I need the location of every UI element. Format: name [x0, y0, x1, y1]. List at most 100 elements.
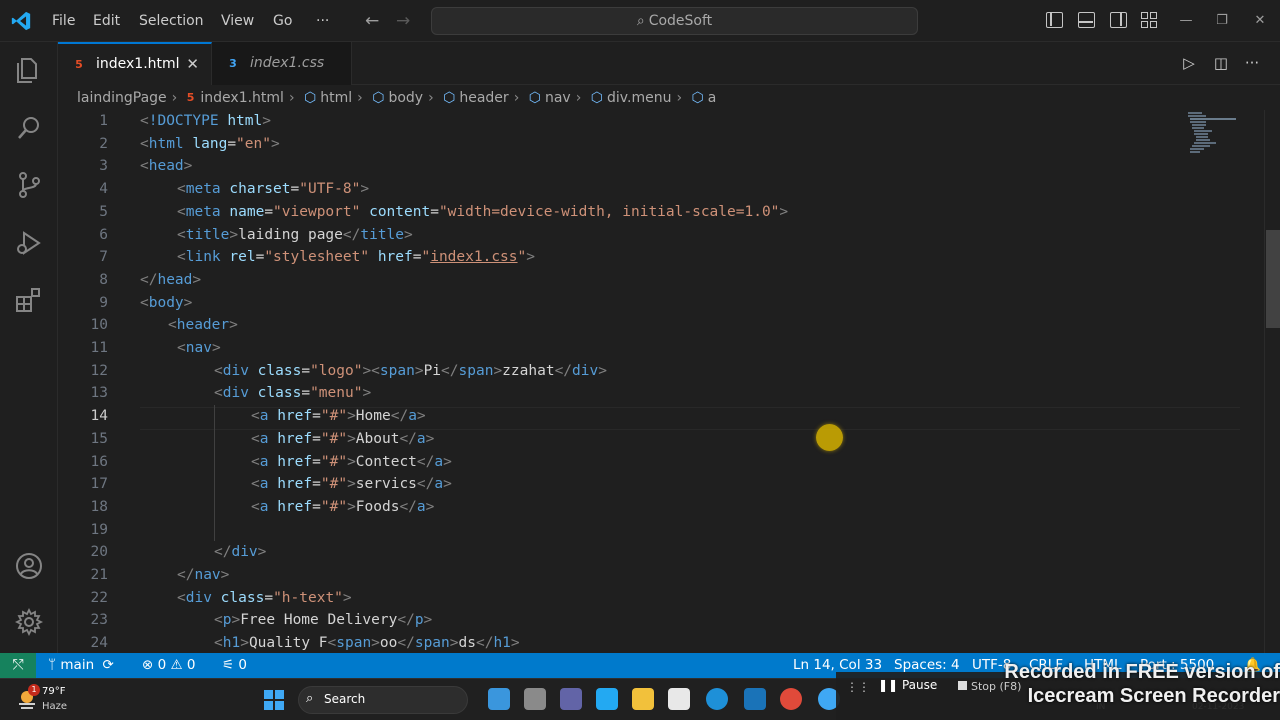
line-number: 1 [99, 113, 108, 129]
warning-icon: ⚠ [170, 657, 183, 673]
forward-arrow-icon[interactable]: → [396, 0, 410, 42]
line-number: 22 [90, 589, 108, 606]
code-line-8: </head> [140, 271, 202, 288]
code-line-13: <div class="menu"> [214, 385, 372, 402]
line-number: 11 [90, 340, 108, 356]
copilot-icon[interactable] [488, 688, 510, 710]
pause-icon: ❚❚ [878, 678, 902, 692]
breadcrumb-body[interactable]: body [388, 90, 423, 106]
close-window-icon[interactable]: ✕ [1240, 0, 1280, 42]
code-line-2: <html lang="en"> [140, 135, 280, 152]
breadcrumb-folder[interactable]: laindingPage [77, 90, 167, 106]
stop-icon [958, 681, 967, 690]
code-line-17: <a href="#">servics</a> [251, 476, 452, 493]
file-explorer-icon[interactable] [632, 688, 654, 710]
breadcrumb-a[interactable]: a [708, 90, 717, 106]
breadcrumb-div-menu[interactable]: div.menu [607, 90, 671, 106]
weather-temperature[interactable]: 79°F [42, 686, 65, 697]
code-line-24: <h1>Quality F<span>oo</span>ds</h1> [214, 635, 520, 652]
branch-name: main [60, 657, 95, 673]
remote-indicator-icon[interactable]: ⤲ [0, 653, 36, 678]
breadcrumb-nav[interactable]: nav [545, 90, 571, 106]
menu-view[interactable]: View [212, 0, 263, 42]
tab-index1-html[interactable]: 5 index1.html ✕ [58, 42, 212, 85]
toggle-secondary-sidebar-icon[interactable] [1110, 12, 1127, 28]
menu-edit[interactable]: Edit [84, 0, 129, 42]
sync-icon[interactable]: ⟳ [102, 657, 113, 673]
split-editor-icon[interactable]: ◫ [1208, 50, 1234, 76]
line-number: 17 [90, 476, 108, 493]
activity-bar [0, 42, 58, 653]
code-line-6: <title>laiding page</title> [177, 226, 413, 243]
app-icon[interactable] [744, 688, 766, 710]
branch-indicator[interactable]: ᛘ main ⟳ [48, 653, 114, 678]
extensions-icon[interactable] [13, 285, 45, 317]
scrollbar-thumb[interactable] [1266, 230, 1280, 328]
breadcrumb-file[interactable]: index1.html [200, 90, 284, 106]
code-line-18: <a href="#">Foods</a> [251, 498, 435, 515]
line-number: 21 [90, 567, 108, 583]
account-icon[interactable] [13, 550, 45, 582]
settings-gear-icon[interactable] [13, 606, 45, 638]
line-number: 7 [99, 249, 108, 266]
vscode-taskbar-icon[interactable] [596, 688, 618, 710]
minimap[interactable] [1188, 110, 1248, 170]
title-bar: File Edit Selection View Go ··· ← → ⌕ Cod… [0, 0, 1280, 42]
more-actions-icon[interactable]: ··· [1239, 50, 1265, 76]
code-line-12: <div class="logo"><span>Pi</span>zzahat<… [214, 362, 607, 379]
breadcrumb-header[interactable]: header [459, 90, 508, 106]
line-number: 18 [90, 498, 108, 515]
element-icon: ⬡ [691, 90, 704, 106]
run-icon[interactable]: ▷ [1176, 50, 1202, 76]
line-number-gutter: 1 2 3 4 5 6 7 8 9 10 11 12 13 14 15 16 1… [58, 110, 128, 653]
vscode-logo-icon [11, 11, 31, 31]
weather-badge: 1 [28, 684, 40, 696]
maximize-icon[interactable]: ❐ [1202, 0, 1242, 42]
explorer-icon[interactable] [13, 54, 45, 86]
toggle-panel-icon[interactable] [1078, 12, 1095, 28]
ports-count: 0 [238, 657, 247, 673]
teams-icon[interactable] [560, 688, 582, 710]
line-number: 13 [90, 385, 108, 402]
weather-description[interactable]: Haze [42, 701, 67, 712]
menu-selection[interactable]: Selection [130, 0, 213, 42]
edge-icon[interactable] [706, 688, 728, 710]
minimize-icon[interactable]: — [1166, 0, 1206, 42]
line-number: 24 [90, 635, 108, 652]
menu-go[interactable]: Go [264, 0, 301, 42]
ports-indicator[interactable]: ⚟ 0 [222, 653, 247, 678]
command-center-label: CodeSoft [648, 13, 713, 29]
breadcrumb-html[interactable]: html [320, 90, 352, 106]
tab-index1-css[interactable]: 3 index1.css [212, 42, 352, 85]
command-center-search[interactable]: ⌕ CodeSoft [431, 7, 918, 35]
element-icon: ⬡ [443, 90, 456, 106]
line-number: 12 [90, 362, 108, 379]
code-line-9: <body> [140, 294, 193, 311]
code-content[interactable]: <!DOCTYPE html> <html lang="en"> <head> … [140, 110, 1240, 653]
toggle-primary-sidebar-icon[interactable] [1046, 12, 1063, 28]
code-line-16: <a href="#">Contect</a> [251, 453, 452, 470]
menu-file[interactable]: File [43, 0, 84, 42]
close-icon[interactable]: ✕ [186, 44, 199, 85]
vertical-scrollbar[interactable] [1264, 110, 1280, 653]
code-editor[interactable]: 1 2 3 4 5 6 7 8 9 10 11 12 13 14 15 16 1… [58, 110, 1264, 653]
git-branch-icon: ᛘ [48, 657, 57, 673]
recorder-pause-button[interactable]: ❚❚ Pause [878, 678, 937, 692]
search-icon[interactable] [13, 112, 45, 144]
chrome-icon[interactable] [780, 688, 802, 710]
code-line-3: <head> [140, 158, 193, 175]
error-count: 0 [157, 657, 167, 673]
problems-indicator[interactable]: ⊗ 0 ⚠ 0 [142, 653, 196, 678]
line-number: 8 [99, 271, 108, 288]
element-icon: ⬡ [590, 90, 604, 106]
code-line-5: <meta name="viewport" content="width=dev… [177, 203, 789, 220]
back-arrow-icon[interactable]: ← [365, 0, 379, 42]
source-control-icon[interactable] [13, 169, 45, 201]
task-view-icon[interactable] [524, 688, 546, 710]
store-icon[interactable] [668, 688, 690, 710]
menu-more[interactable]: ··· [307, 0, 338, 42]
drag-handle-icon[interactable]: ⋮⋮ [846, 680, 870, 694]
windows-start-icon[interactable] [264, 690, 284, 710]
run-debug-icon[interactable] [13, 227, 45, 259]
customize-layout-icon[interactable] [1141, 12, 1159, 30]
